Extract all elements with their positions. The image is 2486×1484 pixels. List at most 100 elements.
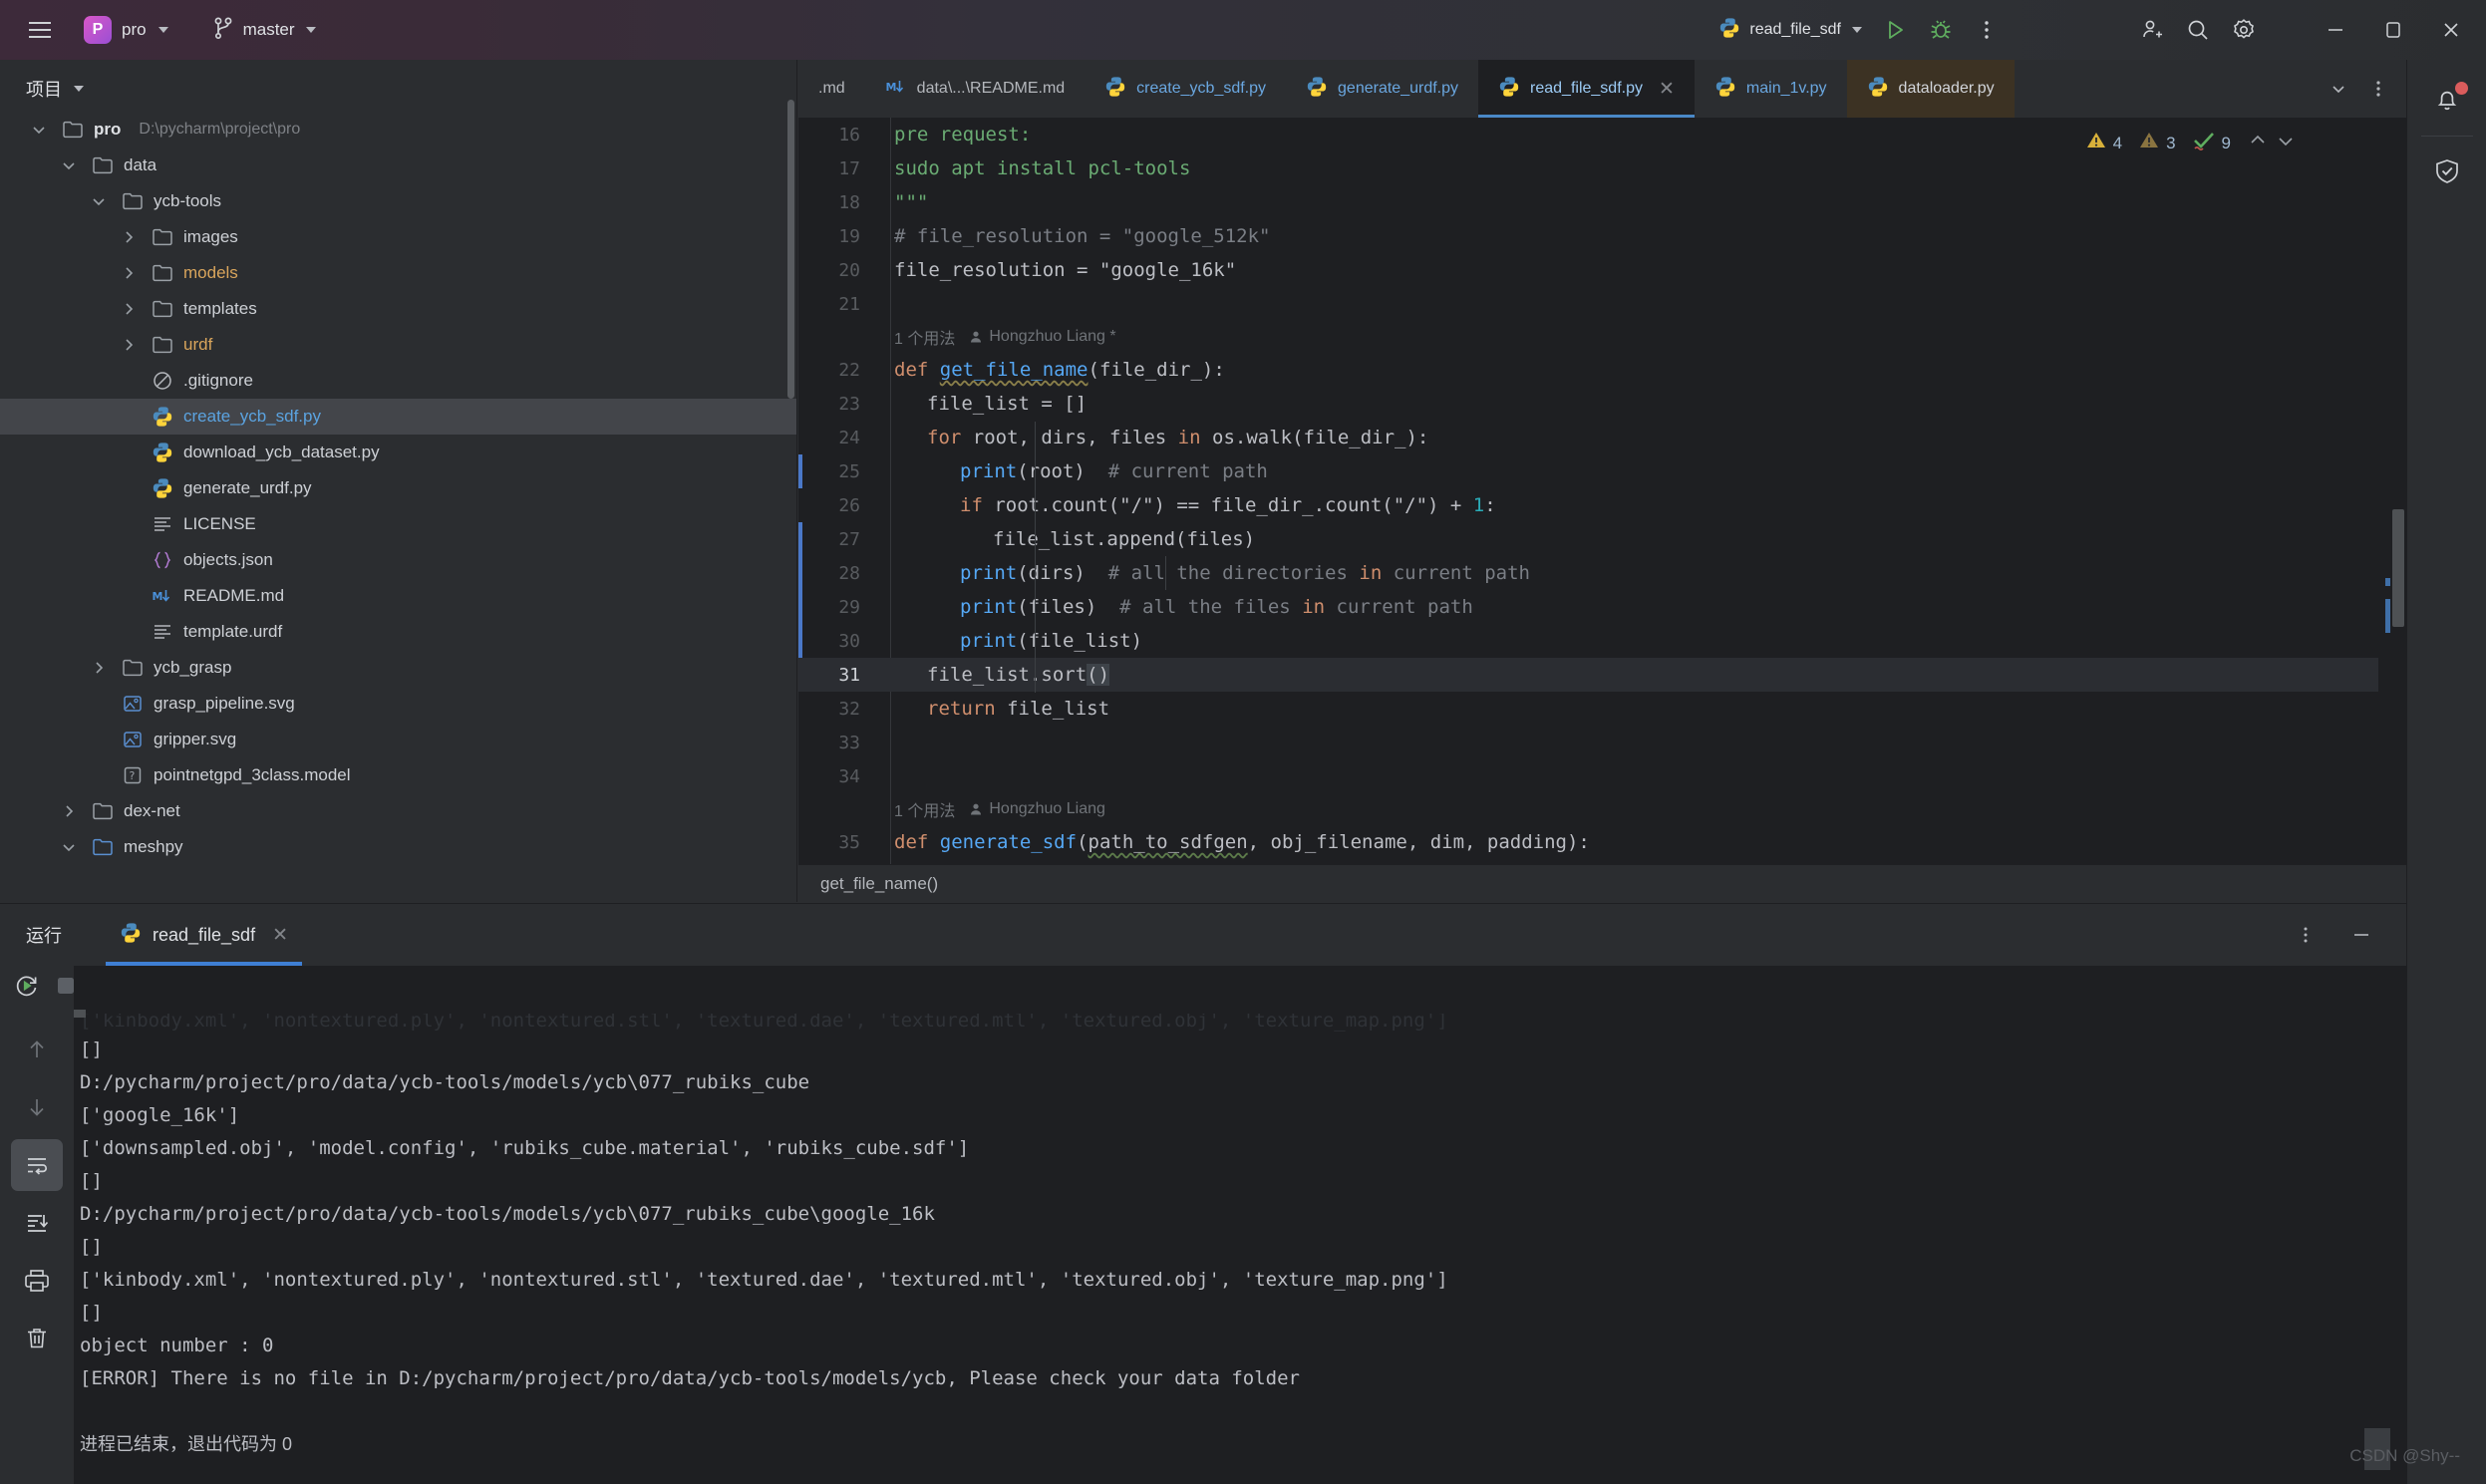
gear-icon[interactable] bbox=[2221, 7, 2267, 53]
project-tree[interactable]: proD:\pycharm\project\prodataycb-toolsim… bbox=[0, 112, 796, 902]
bell-icon[interactable] bbox=[2414, 70, 2480, 132]
chevron-right-icon[interactable] bbox=[56, 798, 82, 824]
tree-item-images[interactable]: images bbox=[0, 219, 796, 255]
chevron-down-icon[interactable] bbox=[56, 834, 82, 860]
chevron-down-icon[interactable] bbox=[2319, 66, 2358, 112]
code-line[interactable]: 35def generate_sdf(path_to_sdfgen, obj_f… bbox=[798, 825, 2406, 859]
editor-tab-data-readme-md[interactable]: Mdata\...\README.md bbox=[865, 60, 1086, 118]
tree-item-dex-net[interactable]: dex-net bbox=[0, 793, 796, 829]
code-line[interactable]: 25print(root) # current path bbox=[798, 454, 2406, 488]
tree-item-objects-json[interactable]: objects.json bbox=[0, 542, 796, 578]
tree-item-ycb-grasp[interactable]: ycb_grasp bbox=[0, 650, 796, 686]
breadcrumb[interactable]: get_file_name() bbox=[798, 864, 2406, 902]
rerun-icon[interactable] bbox=[14, 973, 40, 1004]
code-line[interactable]: 31file_list.sort() bbox=[798, 658, 2406, 692]
search-icon[interactable] bbox=[2175, 7, 2221, 53]
code-line[interactable]: 18""" bbox=[798, 185, 2406, 219]
editor-tab-read-file-sdf-py[interactable]: read_file_sdf.py✕ bbox=[1478, 60, 1695, 118]
tree-item-pro[interactable]: proD:\pycharm\project\pro bbox=[0, 112, 796, 148]
tree-item-gripper-svg[interactable]: gripper.svg bbox=[0, 722, 796, 757]
trash-icon[interactable] bbox=[11, 1313, 63, 1364]
editor-tab-dataloader-py[interactable]: dataloader.py bbox=[1847, 60, 2015, 118]
more-vertical-icon[interactable] bbox=[2358, 66, 2398, 112]
branch-selector[interactable]: master bbox=[202, 12, 326, 49]
editor-tab-generate-urdf-py[interactable]: generate_urdf.py bbox=[1286, 60, 1478, 118]
code-line[interactable]: 23file_list = [] bbox=[798, 387, 2406, 421]
soft-wrap-icon[interactable] bbox=[11, 1139, 63, 1191]
tree-item-data[interactable]: data bbox=[0, 148, 796, 183]
chevron-down-icon[interactable] bbox=[2275, 130, 2297, 156]
code-line[interactable]: 29print(files) # all the files in curren… bbox=[798, 590, 2406, 624]
maximize-icon[interactable] bbox=[2364, 4, 2422, 56]
usages-hint[interactable]: 1 个用法 bbox=[894, 797, 955, 821]
print-icon[interactable] bbox=[11, 1255, 63, 1307]
tree-item-license[interactable]: LICENSE bbox=[0, 506, 796, 542]
code-line[interactable]: 21 bbox=[798, 287, 2406, 321]
project-panel-header[interactable]: 项目 bbox=[0, 60, 796, 118]
chevron-down-icon[interactable] bbox=[26, 117, 52, 143]
code-line[interactable]: 26if root.count("/") == file_dir_.count(… bbox=[798, 488, 2406, 522]
project-selector[interactable]: P pro bbox=[74, 12, 178, 48]
tree-item-pointnetgpd-3class-model[interactable]: ?pointnetgpd_3class.model bbox=[0, 757, 796, 793]
code-line[interactable]: 34 bbox=[798, 759, 2406, 793]
editor-marker-gutter[interactable] bbox=[2378, 175, 2406, 864]
chevron-right-icon[interactable] bbox=[86, 655, 112, 681]
shield-check-icon[interactable] bbox=[2414, 141, 2480, 202]
chevron-right-icon[interactable] bbox=[116, 296, 142, 322]
run-icon[interactable] bbox=[1872, 7, 1918, 53]
scroll-to-end-icon[interactable] bbox=[11, 1197, 63, 1249]
tree-item-meshpy[interactable]: meshpy bbox=[0, 829, 796, 865]
close-icon[interactable]: ✕ bbox=[272, 924, 288, 947]
arrow-down-icon[interactable] bbox=[11, 1081, 63, 1133]
tree-item-create-ycb-sdf-py[interactable]: create_ycb_sdf.py bbox=[0, 399, 796, 435]
code-lines[interactable]: 16pre request:17sudo apt install pcl-too… bbox=[798, 118, 2406, 859]
console-scrollbar-thumb[interactable] bbox=[74, 1010, 86, 1018]
code-line[interactable]: 20file_resolution = "google_16k" bbox=[798, 253, 2406, 287]
run-configuration-selector[interactable]: read_file_sdf bbox=[1709, 12, 1872, 49]
editor-tab-create-ycb-sdf-py[interactable]: create_ycb_sdf.py bbox=[1085, 60, 1286, 118]
tree-item-urdf[interactable]: urdf bbox=[0, 327, 796, 363]
tree-item-grasp-pipeline-svg[interactable]: grasp_pipeline.svg bbox=[0, 686, 796, 722]
stop-icon[interactable] bbox=[56, 976, 76, 1001]
inspections-widget[interactable]: 4 3 9 bbox=[2085, 130, 2297, 156]
close-icon[interactable]: ✕ bbox=[1659, 78, 1675, 101]
code-line[interactable]: 32return file_list bbox=[798, 692, 2406, 726]
add-user-icon[interactable] bbox=[2129, 7, 2175, 53]
minimize-icon[interactable] bbox=[2307, 4, 2364, 56]
author-hint[interactable]: Hongzhuo Liang bbox=[969, 800, 1105, 818]
tree-item-ycb-tools[interactable]: ycb-tools bbox=[0, 183, 796, 219]
code-line[interactable]: 28print(dirs) # all the directories in c… bbox=[798, 556, 2406, 590]
hamburger-icon[interactable] bbox=[18, 8, 62, 52]
console-output[interactable]: ['kinbody.xml', 'nontextured.ply', 'nont… bbox=[74, 1010, 2406, 1484]
tree-item-templates[interactable]: templates bbox=[0, 291, 796, 327]
run-tab[interactable]: read_file_sdf ✕ bbox=[106, 904, 302, 966]
sidebar-scrollbar[interactable] bbox=[787, 100, 794, 399]
code-line[interactable]: 33 bbox=[798, 726, 2406, 759]
code-viewport[interactable]: 4 3 9 16pre request:17sudo apt install p… bbox=[798, 118, 2406, 902]
tree-item-template-urdf[interactable]: template.urdf bbox=[0, 614, 796, 650]
inlay-hint[interactable]: 1 个用法Hongzhuo Liang * bbox=[798, 321, 2406, 353]
chevron-up-icon[interactable] bbox=[2247, 130, 2269, 156]
more-vertical-icon[interactable] bbox=[2283, 912, 2329, 958]
chevron-right-icon[interactable] bbox=[116, 332, 142, 358]
tree-item-download-ycb-dataset-py[interactable]: download_ycb_dataset.py bbox=[0, 435, 796, 470]
tree-item-readme-md[interactable]: MREADME.md bbox=[0, 578, 796, 614]
code-line[interactable]: 24for root, dirs, files in os.walk(file_… bbox=[798, 421, 2406, 454]
code-line[interactable]: 30print(file_list) bbox=[798, 624, 2406, 658]
chevron-down-icon[interactable] bbox=[56, 152, 82, 178]
code-line[interactable]: 27file_list.append(files) bbox=[798, 522, 2406, 556]
usages-hint[interactable]: 1 个用法 bbox=[894, 325, 955, 349]
close-icon[interactable] bbox=[2422, 4, 2480, 56]
tree-item-models[interactable]: models bbox=[0, 255, 796, 291]
inlay-hint[interactable]: 1 个用法 Hongzhuo Liang bbox=[798, 793, 2406, 825]
code-line[interactable]: 22def get_file_name(file_dir_): bbox=[798, 353, 2406, 387]
minimize-icon[interactable] bbox=[2338, 912, 2384, 958]
code-line[interactable]: 19# file_resolution = "google_512k" bbox=[798, 219, 2406, 253]
code-line[interactable]: 17sudo apt install pcl-tools bbox=[798, 151, 2406, 185]
editor-tab-main-1v-py[interactable]: main_1v.py bbox=[1695, 60, 1847, 118]
arrow-up-icon[interactable] bbox=[11, 1024, 63, 1075]
chevron-down-icon[interactable] bbox=[86, 188, 112, 214]
editor-scrollbar-thumb[interactable] bbox=[2392, 509, 2404, 627]
more-vertical-icon[interactable] bbox=[1964, 7, 2010, 53]
chevron-right-icon[interactable] bbox=[116, 224, 142, 250]
